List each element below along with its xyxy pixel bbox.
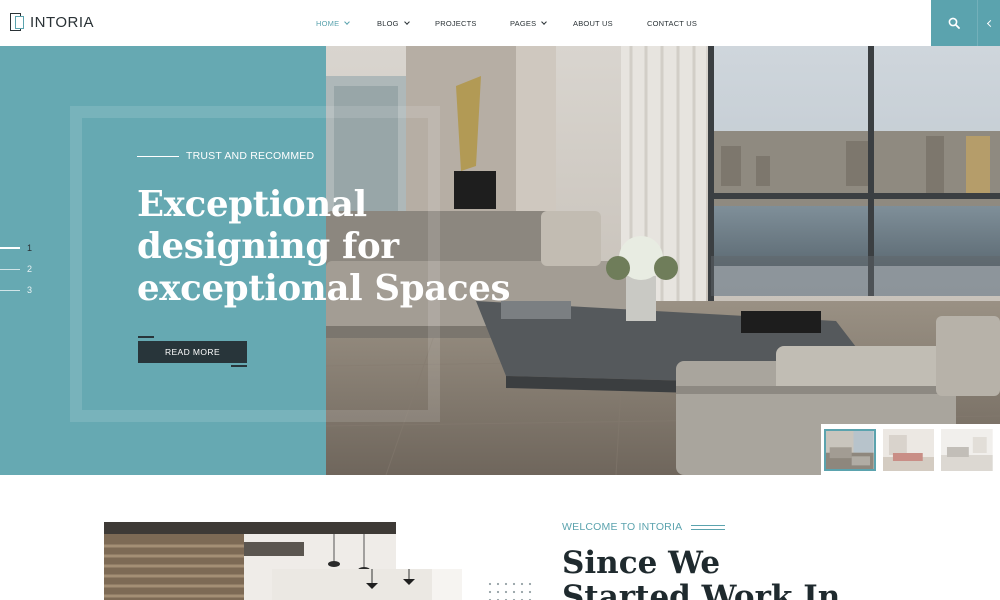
slide-thumbnail-2[interactable] [882, 428, 935, 471]
headline-line: exceptional Spaces [137, 268, 511, 309]
slide-indicator-2[interactable]: 2 [0, 264, 32, 274]
button-accent-line [231, 365, 247, 367]
slide-indicator-3[interactable]: 3 [0, 285, 32, 295]
nav-item-label: BLOG [377, 18, 399, 28]
nav-item-projects[interactable]: PROJECTS [435, 17, 477, 29]
nav-item-label: ABOUT US [573, 18, 613, 28]
chevron-down-icon [344, 18, 351, 25]
hero-headline: Exceptional designing for exceptional Sp… [137, 184, 577, 310]
slide-thumbnails [821, 424, 1000, 475]
slide-indicator-1[interactable]: 1 [0, 243, 32, 253]
nav-item-blog[interactable]: BLOG [377, 17, 410, 29]
indicator-number: 2 [27, 264, 33, 274]
nav-item-label: HOME [316, 18, 340, 28]
navbar: INTORIA HOME BLOG PROJECTS PAGES ABOUT U… [0, 0, 1000, 46]
nav-item-contact-us[interactable]: CONTACT US [647, 17, 697, 29]
brand-name: INTORIA [30, 13, 95, 31]
indicator-number: 1 [27, 243, 33, 253]
tagline-text: TRUST AND RECOMMED [186, 150, 315, 162]
search-icon [948, 17, 960, 29]
about-eyebrow: WELCOME TO INTORIA [562, 521, 726, 533]
chevron-down-icon [403, 18, 410, 25]
search-button[interactable] [931, 0, 977, 46]
indicator-number: 3 [27, 285, 33, 295]
about-heading: Since We Started Work In [562, 546, 982, 600]
about-image-secondary [272, 569, 462, 600]
indicator-line [0, 289, 20, 291]
nav-item-label: PAGES [510, 18, 537, 28]
nav-item-label: CONTACT US [647, 18, 698, 28]
eyebrow-text: WELCOME TO INTORIA [562, 521, 683, 533]
slide-thumbnail-1[interactable] [824, 428, 876, 471]
button-accent-line [138, 336, 154, 338]
chevron-left-icon [986, 19, 994, 27]
indicator-line [0, 268, 20, 270]
nav-item-label: PROJECTS [435, 18, 477, 28]
headline-line: designing for [137, 226, 399, 267]
nav-item-about-us[interactable]: ABOUT US [573, 17, 613, 29]
sidebar-toggle-button[interactable] [977, 0, 1000, 46]
tagline-divider [137, 155, 179, 157]
indicator-line [0, 247, 20, 249]
eyebrow-divider [691, 524, 726, 530]
headline-line: Exceptional [137, 184, 367, 225]
read-more-button[interactable]: READ MORE [138, 341, 247, 363]
chevron-down-icon [541, 18, 548, 25]
dot-pattern [486, 580, 536, 600]
slide-thumbnail-3[interactable] [941, 428, 993, 471]
hero-slider: TRUST AND RECOMMED Exceptional designing… [0, 46, 1000, 475]
nav-item-pages[interactable]: PAGES [510, 17, 548, 29]
logo-icon [10, 13, 26, 31]
heading-line: Started Work In [562, 579, 841, 600]
brand-logo[interactable]: INTORIA [10, 12, 94, 32]
heading-line: Since We [562, 545, 721, 581]
nav-item-home[interactable]: HOME [316, 17, 351, 29]
hero-tagline: TRUST AND RECOMMED [137, 150, 314, 162]
